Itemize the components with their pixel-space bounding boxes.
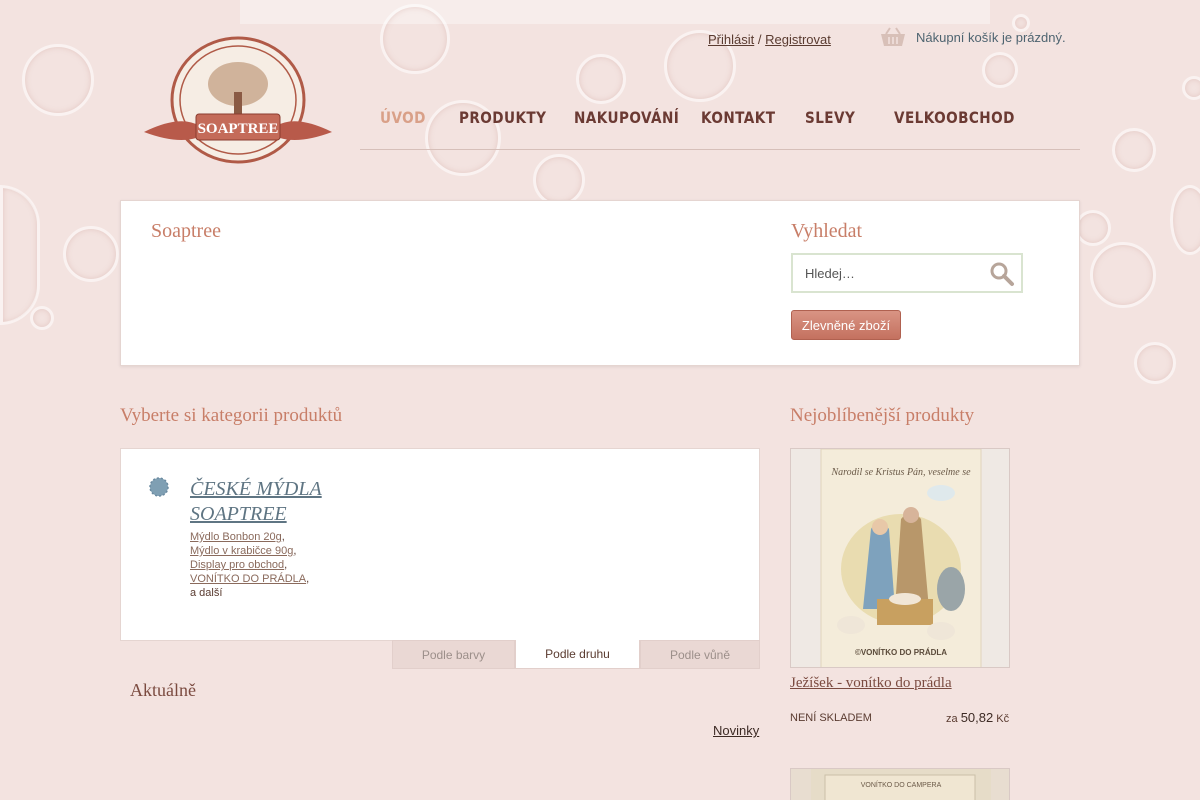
product-name-link[interactable]: Ježíšek - vonítko do prádla [790, 675, 952, 692]
bubble-decoration [1134, 342, 1176, 384]
nav-item-kontakt[interactable]: Kontakt [701, 108, 775, 127]
stock-status: NENÍ SKLADEM [790, 712, 872, 724]
bubble-decoration [982, 52, 1018, 88]
category-title-link[interactable]: ČESKÉ MÝDLA SOAPTREE [190, 477, 390, 527]
discount-button[interactable]: Zlevněné zboží [791, 310, 901, 340]
bubble-decoration [1075, 210, 1111, 246]
search-icon[interactable] [989, 261, 1015, 287]
more-text: a další [190, 587, 223, 599]
intro-panel: Soaptree Vyhledat Zlevněné zboží [120, 200, 1080, 366]
categories-heading: Vyberte si kategorii produktů [120, 405, 343, 426]
product-card-image: VONÍTKO DO CAMPERA [811, 769, 991, 800]
bubble-decoration [1170, 185, 1200, 255]
register-link[interactable]: Registrovat [765, 32, 831, 47]
search-heading: Vyhledat [791, 220, 863, 242]
cart[interactable]: Nákupní košík je prázdný. [880, 26, 1066, 48]
categories-panel: ČESKÉ MÝDLA SOAPTREE Mýdlo Bonbon 20g, M… [120, 448, 760, 641]
search-input[interactable] [805, 263, 985, 283]
logo-emblem-icon: SOAPTREE [144, 36, 332, 164]
price-prefix: za [946, 713, 958, 725]
nativity-card-image: Narodil se Kristus Pán, veselme se ©VONÍ… [820, 449, 982, 667]
product-image-2[interactable]: VONÍTKO DO CAMPERA [790, 768, 1010, 800]
news-link[interactable]: Novinky [713, 723, 759, 738]
logo[interactable]: SOAPTREE [140, 34, 336, 166]
main-nav: Úvod Produkty Nakupování Kontakt Slevy V… [360, 108, 1080, 150]
bubble-decoration [0, 185, 40, 325]
nav-item-produkty[interactable]: Produkty [459, 108, 546, 127]
bubble-decoration [1090, 242, 1156, 308]
nav-item-velkoobchod[interactable]: Velkoobchod [894, 108, 1015, 127]
svg-text:SOAPTREE: SOAPTREE [198, 121, 279, 137]
bubble-decoration [1182, 76, 1200, 100]
search-box [791, 253, 1023, 293]
bubble-decoration [1112, 128, 1156, 172]
subcategory-list: Mýdlo Bonbon 20g, Mýdlo v krabičce 90g, … [190, 531, 310, 599]
bubble-decoration [533, 154, 585, 206]
bubble-decoration [22, 44, 94, 116]
price-currency: Kč [996, 713, 1010, 725]
subcategory-link[interactable]: Display pro obchod [190, 559, 284, 571]
top-glow-decoration [240, 0, 990, 24]
site-title: Soaptree [151, 220, 221, 242]
svg-text:VONÍTKO DO CAMPERA: VONÍTKO DO CAMPERA [861, 780, 942, 789]
bubble-decoration [63, 226, 119, 282]
bubble-decoration [30, 306, 54, 330]
nav-item-uvod[interactable]: Úvod [380, 108, 426, 127]
auth-links: Přihlásit / Registrovat [708, 32, 831, 47]
auth-separator: / [757, 32, 762, 47]
nav-item-nakupovani[interactable]: Nakupování [574, 108, 679, 127]
login-link[interactable]: Přihlásit [708, 32, 754, 47]
product-price: za 50,82 Kč [946, 710, 1009, 725]
subcategory-link[interactable]: Mýdlo Bonbon 20g [190, 531, 282, 543]
category-tabs: Podle barvy Podle druhu Podle vůně [392, 640, 760, 669]
flower-icon [149, 477, 169, 497]
svg-text:Narodil se Kristus Pán, veselm: Narodil se Kristus Pán, veselme se [830, 467, 971, 478]
popular-heading: Nejoblíbenější produkty [790, 405, 975, 426]
price-value: 50,82 [960, 710, 994, 725]
tab-podle-druhu[interactable]: Podle druhu [515, 640, 640, 669]
product-image[interactable]: Narodil se Kristus Pán, veselme se ©VONÍ… [790, 448, 1010, 668]
news-heading: Aktuálně [130, 680, 196, 700]
subcategory-link[interactable]: VONÍTKO DO PRÁDLA [190, 573, 306, 585]
svg-text:©VONÍTKO DO PRÁDLA: ©VONÍTKO DO PRÁDLA [855, 648, 947, 657]
nav-item-slevy[interactable]: Slevy [805, 108, 855, 127]
basket-icon [881, 27, 905, 46]
bubble-decoration [576, 54, 626, 104]
tab-podle-vune[interactable]: Podle vůně [640, 640, 760, 669]
cart-status: Nákupní košík je prázdný. [916, 29, 1066, 45]
subcategory-link[interactable]: Mýdlo v krabičce 90g [190, 545, 293, 557]
tab-podle-barvy[interactable]: Podle barvy [392, 640, 515, 669]
